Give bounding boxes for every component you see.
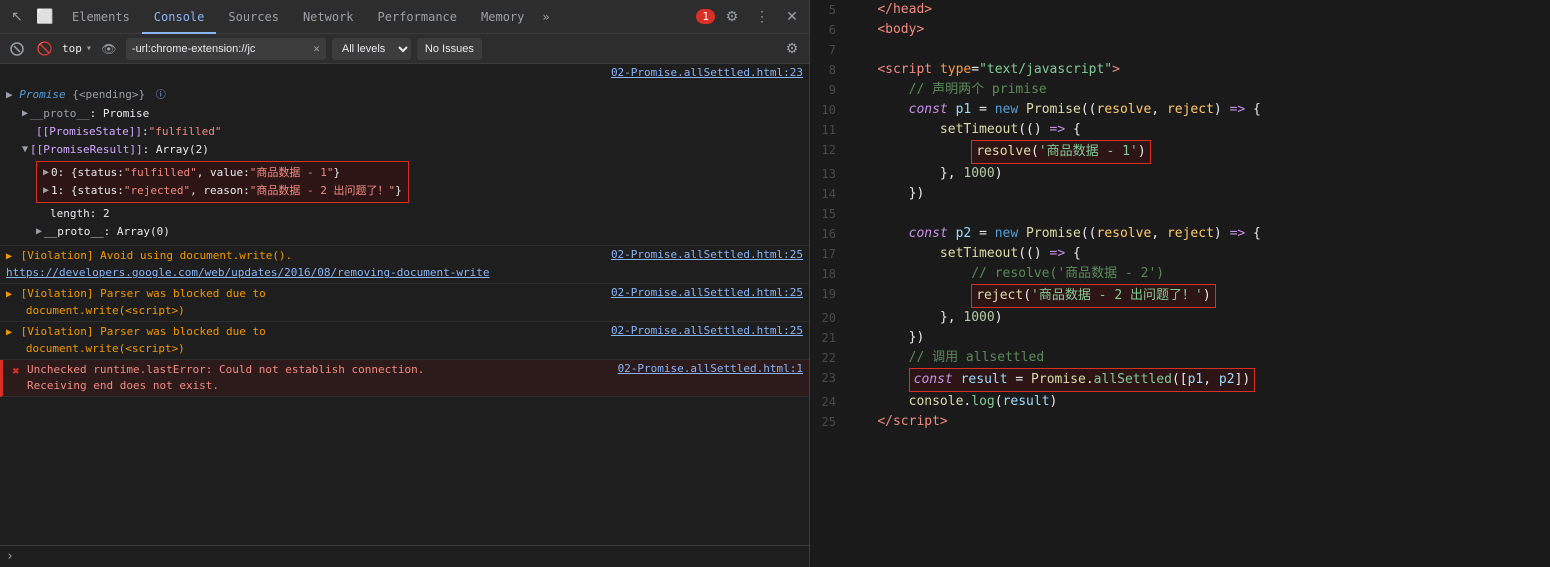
code-line-24: 24 console.log(result) — [810, 392, 1550, 412]
tab-memory[interactable]: Memory — [469, 0, 536, 34]
violation-1-location[interactable]: 02-Promise.allSettled.html:25 — [611, 248, 803, 261]
code-editor: 5 </head> 6 <body> 7 8 <script type="tex… — [810, 0, 1550, 567]
console-settings-btn[interactable]: ⚙ — [781, 38, 803, 60]
console-prompt-icon: › — [6, 549, 14, 564]
code-line-9: 9 // 声明两个 primise — [810, 80, 1550, 100]
tab-sources[interactable]: Sources — [216, 0, 291, 34]
violation-3-location[interactable]: 02-Promise.allSettled.html:25 — [611, 324, 803, 337]
violation-2-content: ▶ [Violation] Parser was blocked due to … — [6, 286, 603, 319]
eye-btn[interactable]: 👁 — [98, 38, 120, 60]
error-content: Unchecked runtime.lastError: Could not e… — [27, 362, 610, 394]
state-row: [[PromiseState]] : "fulfilled" — [22, 123, 409, 141]
code-line-5: 5 </head> — [810, 0, 1550, 20]
violation-1-content: ▶ [Violation] Avoid using document.write… — [6, 248, 603, 281]
error-badge: 1 — [696, 9, 715, 24]
clear-console-btn[interactable] — [6, 38, 28, 60]
result-item-0[interactable]: ▶ 0: {status: "fulfilled" , value: "商品数据… — [43, 164, 402, 182]
tab-performance[interactable]: Performance — [366, 0, 469, 34]
violation-2: ▶ [Violation] Parser was blocked due to … — [0, 284, 809, 322]
code-line-21: 21 }) — [810, 328, 1550, 348]
promise-header[interactable]: ▶ Promise {<pending>} ⓘ — [6, 86, 166, 105]
proto2-row[interactable]: ▶ __proto__: Array(0) — [36, 223, 409, 241]
filter-icon-btn[interactable]: 🚫 — [34, 38, 56, 60]
code-line-22: 22 // 调用 allsettled — [810, 348, 1550, 368]
devtools-toolbar: ↖ ⬜ Elements Console Sources Network Per… — [0, 0, 809, 34]
top-dropdown-icon[interactable]: ▾ — [86, 43, 92, 54]
violation-1-link[interactable]: https://developers.google.com/web/update… — [6, 266, 489, 279]
code-line-12: 12 resolve('商品数据 - 1') — [810, 140, 1550, 164]
promise-results: ▶ 0: {status: "fulfilled" , value: "商品数据… — [22, 161, 409, 241]
code-line-19: 19 reject('商品数据 - 2 出问题了！') — [810, 284, 1550, 308]
violation-1: ▶ [Violation] Avoid using document.write… — [0, 246, 809, 284]
code-line-11: 11 setTimeout(() => { — [810, 120, 1550, 140]
violation-3-content: ▶ [Violation] Parser was blocked due to … — [6, 324, 603, 357]
file-ref-line: 02-Promise.allSettled.html:23 — [0, 64, 809, 82]
result-item-1[interactable]: ▶ 1: {status: "rejected" , reason: "商品数据… — [43, 182, 402, 200]
violation-2-location[interactable]: 02-Promise.allSettled.html:25 — [611, 286, 803, 299]
code-line-15: 15 — [810, 204, 1550, 224]
error-icon: ✖ — [12, 364, 19, 378]
inspect-icon-btn[interactable]: ⬜ — [32, 4, 58, 30]
code-line-8: 8 <script type="text/javascript"> — [810, 60, 1550, 80]
settings-btn[interactable]: ⚙ — [719, 4, 745, 30]
more-options-btn[interactable]: ⋮ — [749, 4, 775, 30]
cursor-icon-btn[interactable]: ↖ — [4, 4, 30, 30]
code-line-14: 14 }) — [810, 184, 1550, 204]
tab-network[interactable]: Network — [291, 0, 366, 34]
devtools-panel: ↖ ⬜ Elements Console Sources Network Per… — [0, 0, 810, 567]
code-line-13: 13 }, 1000) — [810, 164, 1550, 184]
code-line-25: 25 </script> — [810, 412, 1550, 432]
console-toolbar: 🚫 top ▾ 👁 ✕ All levels Verbose Info Warn… — [0, 34, 809, 64]
code-line-18: 18 // resolve('商品数据 - 2') — [810, 264, 1550, 284]
result-row[interactable]: ▼ [[PromiseResult]] : Array(2) — [22, 141, 409, 159]
violation-3: ▶ [Violation] Parser was blocked due to … — [0, 322, 809, 360]
code-line-20: 20 }, 1000) — [810, 308, 1550, 328]
filter-input-container: ✕ — [126, 38, 326, 60]
more-tabs-icon[interactable]: » — [536, 10, 555, 24]
tab-console[interactable]: Console — [142, 0, 217, 34]
toolbar-right: 1 ⚙ ⋮ ✕ — [692, 4, 805, 30]
result-highlighted: ▶ 0: {status: "fulfilled" , value: "商品数据… — [36, 161, 409, 203]
devtools-tabs: Elements Console Sources Network Perform… — [60, 0, 690, 34]
filter-input[interactable] — [132, 43, 313, 55]
close-btn[interactable]: ✕ — [779, 4, 805, 30]
file-ref-location[interactable]: 02-Promise.allSettled.html:23 — [611, 66, 803, 79]
promise-tree: ▶ __proto__: Promise [[PromiseState]] : … — [6, 105, 409, 241]
console-output[interactable]: 02-Promise.allSettled.html:23 ▶ Promise … — [0, 64, 809, 545]
code-line-23: 23 const result = Promise.allSettled([p1… — [810, 368, 1550, 392]
code-line-7: 7 — [810, 40, 1550, 60]
code-line-10: 10 const p1 = new Promise((resolve, reje… — [810, 100, 1550, 120]
console-input[interactable] — [18, 550, 803, 564]
console-input-row: › — [0, 545, 809, 567]
top-label: top — [62, 42, 82, 55]
no-issues-btn[interactable]: No Issues — [417, 38, 482, 60]
filter-clear-icon[interactable]: ✕ — [313, 42, 320, 55]
log-level-select[interactable]: All levels Verbose Info Warnings Errors — [332, 38, 411, 60]
tab-elements[interactable]: Elements — [60, 0, 142, 34]
error-entry: ✖ Unchecked runtime.lastError: Could not… — [0, 360, 809, 397]
proto-row: ▶ __proto__: Promise — [22, 105, 409, 123]
error-location[interactable]: 02-Promise.allSettled.html:1 — [618, 362, 803, 375]
code-line-6: 6 <body> — [810, 20, 1550, 40]
promise-section: ▶ Promise {<pending>} ⓘ ▶ __proto__: Pro… — [0, 82, 809, 246]
length-row: length: 2 — [36, 205, 409, 223]
code-line-16: 16 const p2 = new Promise((resolve, reje… — [810, 224, 1550, 244]
code-line-17: 17 setTimeout(() => { — [810, 244, 1550, 264]
